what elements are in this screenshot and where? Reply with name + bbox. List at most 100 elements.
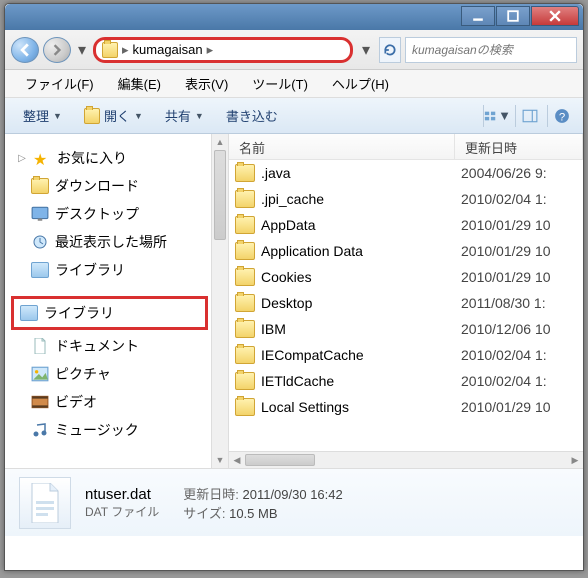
file-row[interactable]: .java2004/06/26 9: (229, 160, 583, 186)
breadcrumb[interactable]: ▸ kumagaisan ▸ (93, 37, 353, 63)
minimize-button[interactable] (461, 6, 495, 26)
share-button[interactable]: 共有▼ (155, 102, 214, 129)
file-name: Application Data (261, 243, 461, 259)
file-row[interactable]: .jpi_cache2010/02/04 1: (229, 186, 583, 212)
file-row[interactable]: IBM2010/12/06 10 (229, 316, 583, 342)
back-button[interactable] (11, 37, 39, 63)
sidebar-documents[interactable]: ドキュメント (5, 332, 228, 360)
file-name: Local Settings (261, 399, 461, 415)
details-pane: ntuser.dat DAT ファイル 更新日時: 2011/09/30 16:… (5, 468, 583, 536)
breadcrumb-dropdown[interactable]: ▾ (357, 40, 375, 60)
forward-button[interactable] (43, 37, 71, 63)
file-list: 名前 更新日時 .java2004/06/26 9:.jpi_cache2010… (229, 134, 583, 468)
file-name: IECompatCache (261, 347, 461, 363)
folder-icon (235, 242, 255, 260)
folder-icon (235, 216, 255, 234)
scrollbar-thumb[interactable] (214, 150, 226, 240)
file-date: 2010/01/29 10 (461, 243, 551, 259)
sidebar-pictures[interactable]: ピクチャ (5, 360, 228, 388)
sidebar-downloads[interactable]: ダウンロード (5, 172, 228, 200)
file-name: AppData (261, 217, 461, 233)
scrollbar-thumb[interactable] (245, 454, 315, 466)
file-date: 2010/12/06 10 (461, 321, 551, 337)
music-icon (31, 422, 49, 438)
menu-help[interactable]: ヘルプ(H) (322, 71, 399, 96)
open-button[interactable]: 開く▼ (74, 102, 153, 129)
sidebar-item-label: デスクトップ (55, 204, 139, 224)
folder-icon (235, 320, 255, 338)
folder-icon (102, 42, 118, 58)
sidebar-item-label: ライブラリ (44, 303, 114, 323)
file-row[interactable]: AppData2010/01/29 10 (229, 212, 583, 238)
search-input[interactable] (405, 37, 577, 63)
explorer-window: ▾ ▸ kumagaisan ▸ ▾ ファイル(F) 編集(E) 表示(V) ツ… (4, 3, 584, 571)
sidebar-item-label: お気に入り (57, 148, 127, 168)
help-button[interactable]: ? (547, 105, 575, 127)
file-row[interactable]: Local Settings2010/01/29 10 (229, 394, 583, 420)
details-filename: ntuser.dat (85, 486, 159, 503)
folder-icon (235, 346, 255, 364)
sidebar-recent[interactable]: 最近表示した場所 (5, 228, 228, 256)
menu-file[interactable]: ファイル(F) (15, 71, 104, 96)
document-icon (31, 338, 49, 354)
sidebar-music[interactable]: ミュージック (5, 416, 228, 444)
library-icon (31, 262, 49, 278)
svg-text:?: ? (558, 111, 564, 123)
folder-icon (31, 178, 49, 194)
menu-view[interactable]: 表示(V) (175, 71, 238, 96)
file-row[interactable]: Desktop2011/08/30 1: (229, 290, 583, 316)
refresh-button[interactable] (379, 37, 401, 63)
file-name: IETldCache (261, 373, 461, 389)
picture-icon (31, 366, 49, 382)
sidebar-item-label: ミュージック (55, 420, 139, 440)
details-size-label: サイズ: (183, 506, 225, 521)
video-icon (31, 394, 49, 410)
preview-pane-button[interactable] (515, 105, 543, 127)
folder-icon (235, 190, 255, 208)
details-modified-label: 更新日時: (183, 487, 239, 502)
horizontal-scrollbar[interactable]: ◀ ▶ (229, 451, 583, 468)
scroll-right-icon[interactable]: ▶ (567, 452, 583, 468)
file-date: 2011/08/30 1: (461, 295, 546, 311)
scroll-up-icon[interactable]: ▲ (212, 134, 228, 150)
sidebar-item-label: ドキュメント (55, 336, 139, 356)
file-row[interactable]: Cookies2010/01/29 10 (229, 264, 583, 290)
sidebar-favorites[interactable]: ▷ ★ お気に入り (5, 144, 228, 172)
menu-tools[interactable]: ツール(T) (242, 71, 318, 96)
file-row[interactable]: IETldCache2010/02/04 1: (229, 368, 583, 394)
desktop-icon (31, 206, 49, 222)
burn-button[interactable]: 書き込む (216, 102, 288, 129)
breadcrumb-folder[interactable]: kumagaisan (133, 42, 203, 57)
details-modified-value: 2011/09/30 16:42 (242, 487, 342, 502)
breadcrumb-separator-icon: ▸ (122, 42, 129, 58)
file-name: Cookies (261, 269, 461, 285)
column-name[interactable]: 名前 (229, 134, 455, 159)
file-date: 2004/06/26 9: (461, 165, 547, 181)
file-date: 2010/01/29 10 (461, 399, 551, 415)
menu-edit[interactable]: 編集(E) (108, 71, 171, 96)
file-name: IBM (261, 321, 461, 337)
history-dropdown[interactable]: ▾ (75, 40, 89, 60)
file-date: 2010/02/04 1: (461, 347, 547, 363)
caret-icon: ▷ (17, 153, 27, 164)
maximize-button[interactable] (496, 6, 530, 26)
recent-icon (31, 234, 49, 250)
sidebar-library-top[interactable]: ライブラリ (5, 256, 228, 284)
close-button[interactable] (531, 6, 579, 26)
organize-button[interactable]: 整理▼ (13, 102, 72, 129)
scroll-left-icon[interactable]: ◀ (229, 452, 245, 468)
folder-icon (235, 294, 255, 312)
sidebar-library-highlighted[interactable]: ライブラリ (11, 296, 208, 330)
sidebar-scrollbar[interactable]: ▲ ▼ (211, 134, 228, 468)
file-row[interactable]: Application Data2010/01/29 10 (229, 238, 583, 264)
breadcrumb-separator-icon: ▸ (207, 42, 214, 58)
file-row[interactable]: IECompatCache2010/02/04 1: (229, 342, 583, 368)
scroll-down-icon[interactable]: ▼ (212, 452, 228, 468)
folder-icon (235, 398, 255, 416)
column-modified[interactable]: 更新日時 (455, 134, 583, 159)
sidebar-videos[interactable]: ビデオ (5, 388, 228, 416)
sidebar-desktop[interactable]: デスクトップ (5, 200, 228, 228)
view-mode-button[interactable]: ▼ (483, 105, 511, 127)
library-icon (20, 305, 38, 321)
folder-icon (235, 164, 255, 182)
